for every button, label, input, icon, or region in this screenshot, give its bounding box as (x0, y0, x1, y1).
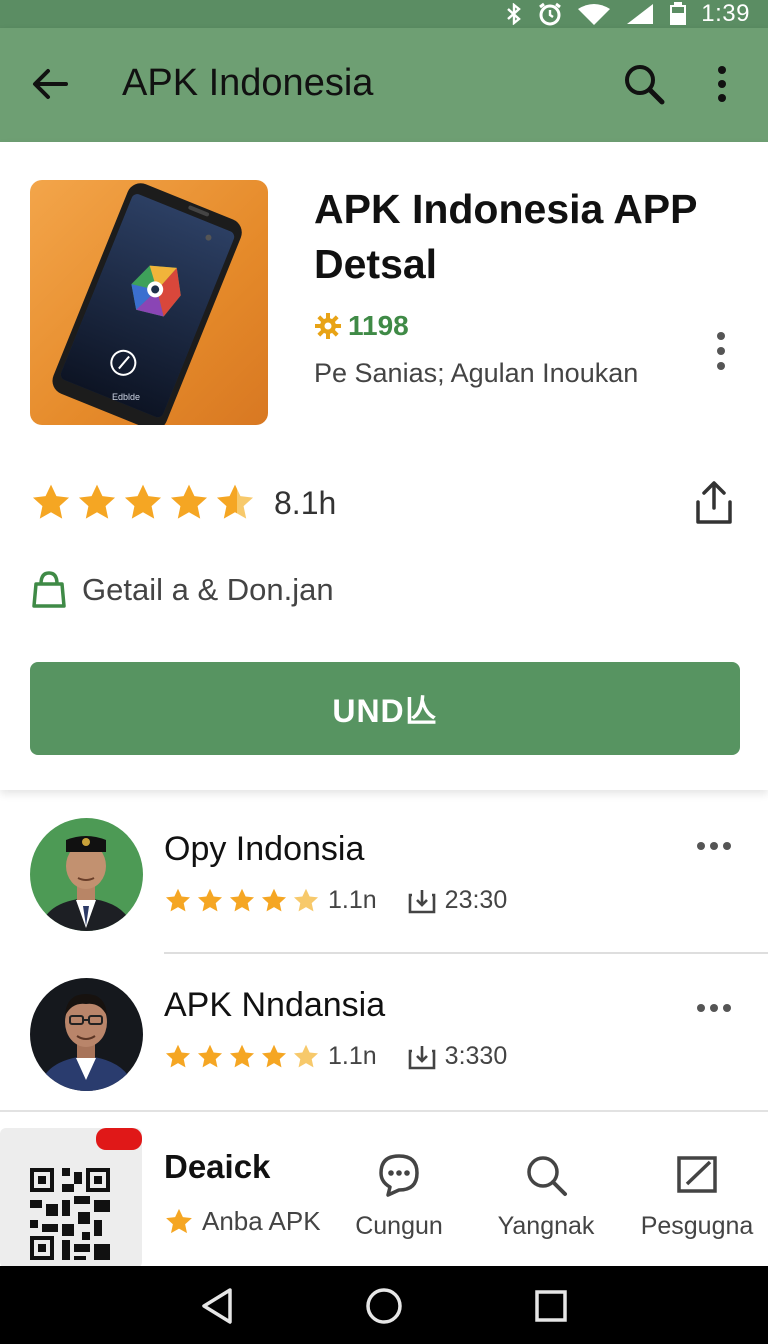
list-item[interactable]: Opy Indonsia 1.1n 23:30 (0, 800, 768, 956)
more-horiz-icon[interactable] (696, 840, 732, 852)
status-bar: 1:39 (0, 0, 768, 28)
list-item-meta: 1.1n 3:330 (164, 1042, 507, 1071)
star-icon (78, 484, 116, 519)
star-half-icon (293, 888, 319, 911)
star-icon (166, 1208, 192, 1233)
nav-item-label: Pesgugna (640, 1212, 754, 1240)
app-bar-title: APK Indonesia (122, 62, 374, 104)
star-icon (229, 888, 255, 911)
status-time: 1:39 (701, 0, 750, 27)
star-icon (165, 888, 191, 911)
nav-home-subtitle[interactable]: Anba APK (164, 1206, 321, 1237)
star-half-icon (293, 1044, 319, 1067)
nav-item-cungun[interactable]: Cungun (324, 1152, 474, 1241)
nav-item-yangnak[interactable]: Yangnak (471, 1152, 621, 1241)
rating-row: 8.1h (30, 482, 336, 524)
app-name: APK Indonesia APP Detsal (314, 186, 697, 287)
nav-item-pesgugna[interactable]: Pesgugna (622, 1152, 768, 1241)
star-icon (32, 484, 70, 519)
app-bar: APK Indonesia (0, 28, 768, 142)
list-item-meta: 1.1n 23:30 (164, 886, 507, 915)
bag-icon (32, 571, 66, 608)
list-item-title: Opy Indonsia (164, 830, 365, 868)
download-icon (408, 1045, 435, 1069)
list-item-downloads: 3:330 (444, 1042, 508, 1070)
recents-square-icon[interactable] (531, 1286, 571, 1326)
system-nav-bar (0, 1266, 768, 1344)
star-icon (124, 484, 162, 519)
phone-illustration: Edblde (52, 183, 242, 425)
avatar (30, 818, 143, 931)
alarm-icon (539, 2, 562, 26)
list-item-rating: 1.1n (328, 1042, 377, 1070)
nav-home-subtitle-label: Anba APK (202, 1206, 321, 1236)
home-circle-icon[interactable] (364, 1286, 404, 1326)
nav-item-label: Cungun (355, 1212, 443, 1240)
download-icon (408, 889, 435, 913)
list-item-downloads: 23:30 (444, 886, 508, 914)
info-row[interactable]: Getail a & Don.jan (30, 570, 334, 610)
app-stat-value: 1198 (348, 310, 409, 341)
chat-icon (379, 1154, 419, 1197)
nav-home-title[interactable]: Deaick (164, 1148, 270, 1186)
star-icon (197, 1044, 223, 1067)
notification-badge (96, 1128, 142, 1150)
wifi-icon (578, 4, 611, 25)
list-item-title: APK Nndansia (164, 986, 386, 1024)
share-icon[interactable] (692, 480, 736, 526)
list-item-rating: 1.1n (328, 886, 377, 914)
gear-icon (315, 313, 341, 339)
list-item-stars (164, 1043, 320, 1071)
battery-icon (670, 2, 687, 25)
star-icon (261, 1044, 287, 1067)
avatar (30, 978, 143, 1091)
icon-screen-label: Edblde (112, 392, 140, 402)
qr-code-icon (30, 1168, 110, 1260)
app-publisher[interactable]: Pe Sanias; Agulan Inoukan (314, 358, 638, 389)
install-button[interactable]: UND亾 (30, 662, 740, 755)
star-half-icon (216, 484, 254, 519)
more-vert-icon[interactable] (708, 330, 734, 374)
rating-text: 8.1h (274, 484, 337, 521)
back-arrow-icon[interactable] (26, 60, 74, 108)
star-icon (261, 888, 287, 911)
bluetooth-icon (507, 3, 522, 25)
list-item[interactable]: APK Nndansia 1.1n 3:330 (0, 958, 768, 1114)
star-icon (197, 888, 223, 911)
list-item-stars (164, 887, 320, 915)
search-icon[interactable] (620, 60, 668, 108)
nav-item-label: Yangnak (497, 1212, 595, 1240)
search-icon (527, 1156, 567, 1196)
app-stat: 1198 (314, 310, 409, 342)
star-icon (229, 1044, 255, 1067)
more-vert-icon[interactable] (700, 60, 744, 108)
app-detail-card: Edblde APK Indonesia APP Detsal 1198 Pe … (0, 142, 768, 790)
divider (164, 952, 768, 954)
signal-icon (627, 4, 654, 24)
edit-icon (677, 1156, 717, 1193)
back-triangle-icon[interactable] (198, 1286, 238, 1326)
bottom-nav: Deaick Anba APK Cungun Yangnak Pesgugna (0, 1110, 768, 1268)
info-text: Getail a & Don.jan (82, 572, 334, 607)
star-icon (165, 1044, 191, 1067)
more-horiz-icon[interactable] (696, 1002, 732, 1014)
app-icon: Edblde (30, 180, 268, 425)
rating-stars (30, 482, 256, 524)
star-icon (170, 484, 208, 519)
